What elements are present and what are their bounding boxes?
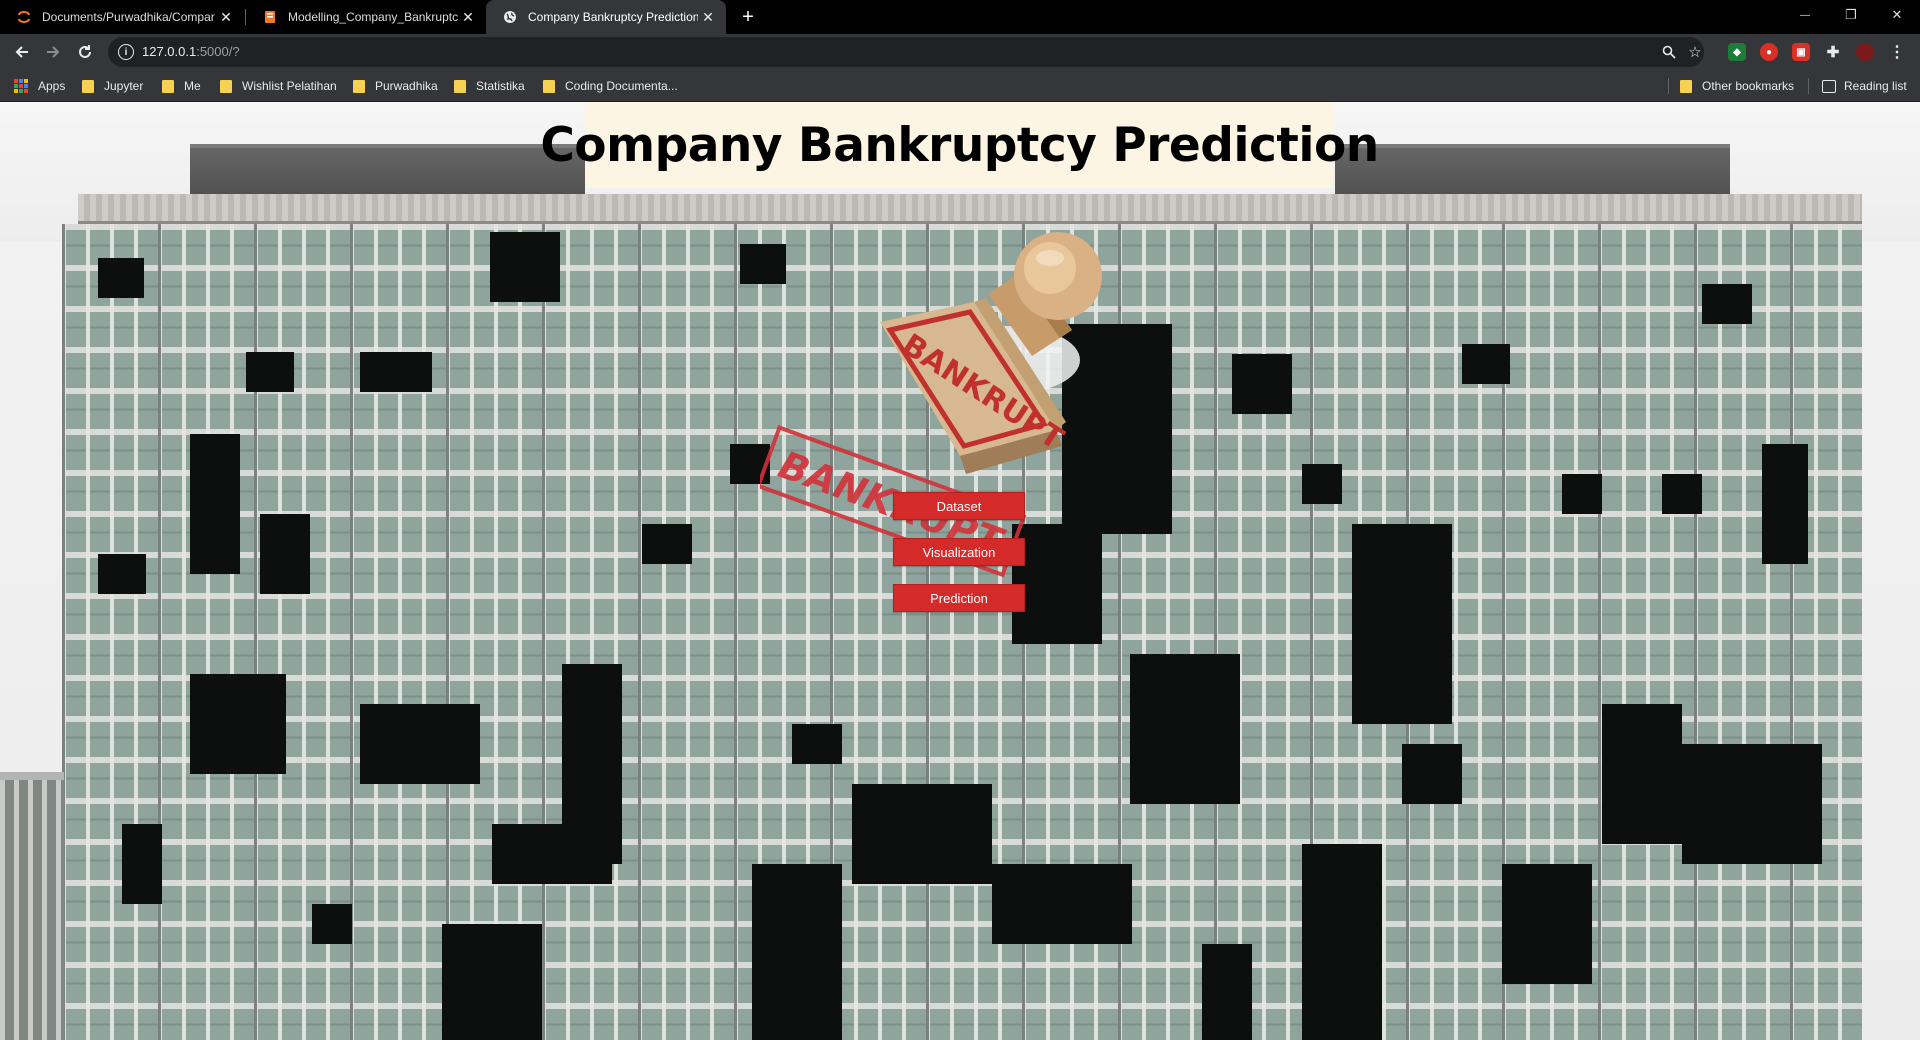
folder-icon <box>543 79 555 93</box>
back-button[interactable] <box>8 38 36 66</box>
close-tab-icon[interactable]: ✕ <box>216 7 236 27</box>
bookmarks-divider <box>1668 78 1669 94</box>
browser-toolbar: i 127.0.0.1:5000/? ☆ ◆ ● ▣ ✚ ⋮ <box>0 34 1920 70</box>
close-tab-icon[interactable]: ✕ <box>458 7 478 27</box>
bookmark-label: Wishlist Pelatihan <box>242 79 337 93</box>
reload-icon <box>79 45 91 58</box>
forward-button[interactable] <box>39 38 67 66</box>
tab-strip: Documents/Purwadhika/Compar ✕ Modelling_… <box>0 0 1920 34</box>
reading-list[interactable]: Reading list <box>1822 77 1907 95</box>
folder-icon <box>454 79 466 93</box>
bookmarks-divider <box>1808 78 1809 94</box>
restore-button[interactable]: ❐ <box>1828 0 1874 30</box>
notebook-icon <box>262 9 278 25</box>
roof-block-left <box>190 144 585 194</box>
close-icon: ✕ <box>1891 7 1903 22</box>
bookmark-wishlist-pelatihan[interactable]: Wishlist Pelatihan <box>220 77 337 95</box>
bookmark-label: Purwadhika <box>375 79 438 93</box>
bookmark-star-icon[interactable]: ☆ <box>1686 43 1704 61</box>
close-tab-icon[interactable]: ✕ <box>698 7 718 27</box>
folder-icon <box>1680 79 1692 93</box>
minimize-icon: — <box>1800 9 1810 21</box>
tab-jupyter-documents[interactable]: Documents/Purwadhika/Compar ✕ <box>0 0 244 34</box>
tab-title: Modelling_Company_Bankruptcy <box>288 10 458 24</box>
bookmark-label: Apps <box>38 79 66 93</box>
bookmark-jupyter[interactable]: Jupyter <box>82 77 143 95</box>
bookmark-apps[interactable]: Apps <box>14 77 65 95</box>
site-info-icon[interactable]: i <box>118 44 134 60</box>
bookmark-label: Other bookmarks <box>1702 79 1795 93</box>
apps-grid-icon <box>14 79 28 93</box>
tab-modelling-notebook[interactable]: Modelling_Company_Bankruptcy ✕ <box>246 0 486 34</box>
extensions-puzzle-icon[interactable]: ✚ <box>1824 43 1842 61</box>
extension-pdf-icon[interactable]: ▣ <box>1792 43 1810 61</box>
url-text: 127.0.0.1:5000/? <box>142 44 240 59</box>
folder-icon <box>220 79 232 93</box>
page-title: Company Bankruptcy Prediction <box>540 117 1379 173</box>
extension-shield-icon[interactable]: ● <box>1760 43 1778 61</box>
page-title-banner: Company Bankruptcy Prediction <box>540 102 1379 188</box>
roof-block-right <box>1335 144 1730 194</box>
arrow-left-icon <box>15 46 28 58</box>
prediction-button[interactable]: Prediction <box>893 584 1025 612</box>
new-tab-button[interactable]: + <box>736 5 760 29</box>
jupyter-icon <box>16 9 32 25</box>
side-building <box>0 772 64 1040</box>
bookmark-label: Statistika <box>476 79 525 93</box>
bookmark-coding-documentation[interactable]: Coding Documenta... <box>543 77 678 95</box>
extension-green-icon[interactable]: ◆ <box>1728 43 1746 61</box>
minimize-button[interactable]: — <box>1782 0 1828 30</box>
close-window-button[interactable]: ✕ <box>1874 0 1920 30</box>
bookmark-label: Reading list <box>1844 79 1907 93</box>
restore-icon: ❐ <box>1845 7 1857 22</box>
address-bar[interactable]: i 127.0.0.1:5000/? ☆ <box>108 37 1704 67</box>
tab-company-bankruptcy[interactable]: Company Bankruptcy Prediction ✕ <box>486 0 726 34</box>
bookmark-label: Coding Documenta... <box>565 79 678 93</box>
other-bookmarks[interactable]: Other bookmarks <box>1680 77 1794 95</box>
visualization-button[interactable]: Visualization <box>893 538 1025 566</box>
page-viewport: Company Bankruptcy Prediction BANKRUPT B… <box>0 102 1920 1040</box>
tab-title: Company Bankruptcy Prediction <box>528 10 698 24</box>
reading-list-icon <box>1822 79 1836 93</box>
zoom-icon[interactable] <box>1660 43 1678 61</box>
arrow-right-icon <box>47 46 60 58</box>
bookmark-me[interactable]: Me <box>162 77 201 95</box>
globe-icon <box>502 9 518 25</box>
folder-icon <box>162 79 174 93</box>
folder-icon <box>82 79 94 93</box>
menu-kebab-icon[interactable]: ⋮ <box>1888 43 1906 61</box>
dataset-button[interactable]: Dataset <box>893 492 1025 520</box>
bankrupt-stamp-image: BANKRUPT BANKRUPT <box>760 232 1102 578</box>
bookmark-statistika[interactable]: Statistika <box>454 77 525 95</box>
bookmark-label: Jupyter <box>104 79 144 93</box>
profile-avatar[interactable] <box>1856 43 1874 61</box>
tab-title: Documents/Purwadhika/Compar <box>42 10 215 24</box>
reload-button[interactable] <box>71 38 99 66</box>
bookmarks-bar: Apps Jupyter Me Wishlist Pelatihan Purwa… <box>0 70 1920 102</box>
bookmark-purwadhika[interactable]: Purwadhika <box>353 77 438 95</box>
folder-icon <box>353 79 365 93</box>
bookmark-label: Me <box>184 79 201 93</box>
